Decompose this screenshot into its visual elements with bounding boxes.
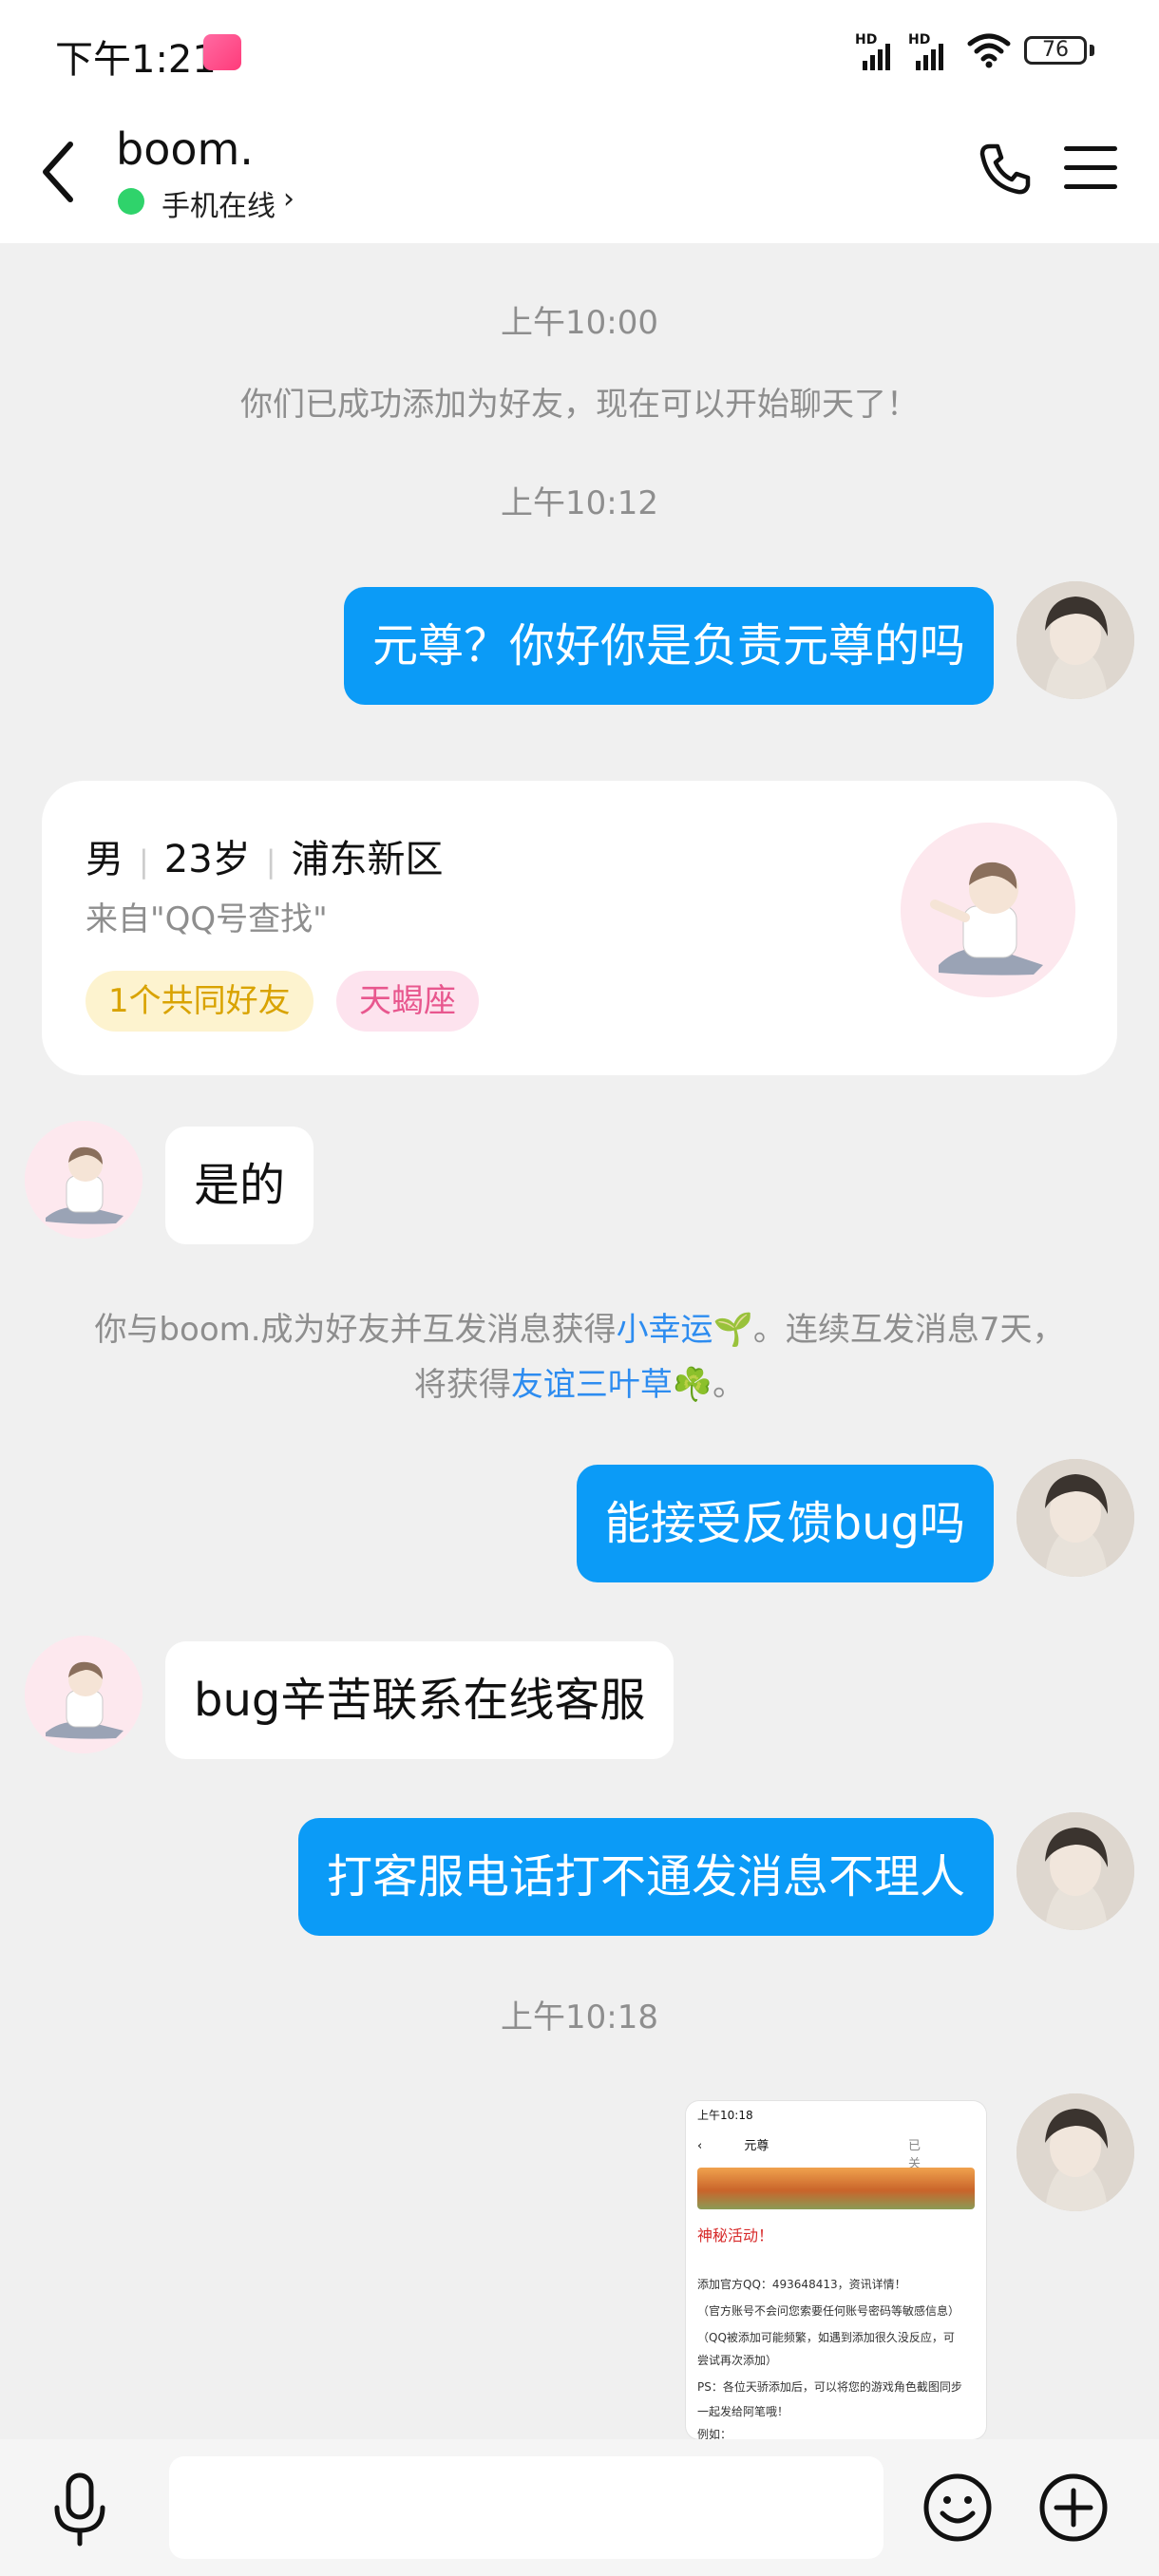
profile-age: 23岁 — [163, 838, 251, 881]
battery-tip — [1090, 45, 1094, 56]
profile-source: 来自"QQ号查找" — [86, 900, 328, 938]
tag-zodiac[interactable]: 天蝎座 — [336, 971, 479, 1032]
status-bar: 下午1:21 HD HD 76 — [0, 0, 1159, 104]
thumb-line: 一起发给阿笔哦！ — [697, 2405, 789, 2418]
luck-text-2: 。连续互发消息7天， — [752, 1311, 1065, 1349]
thumb-banner-image — [697, 2168, 975, 2209]
profile-location: 浦东新区 — [291, 838, 444, 881]
top-area: 下午1:21 HD HD 76 boom. 手机在线 › — [0, 0, 1159, 243]
plus-icon[interactable] — [1037, 2472, 1110, 2544]
luck-text-4: 。 — [712, 1366, 746, 1404]
luck-text-3: 将获得 — [413, 1366, 511, 1404]
luck-notice: 你与boom.成为好友并互发消息获得小幸运🌱。连续互发消息7天， — [0, 1303, 1159, 1350]
message-input[interactable] — [169, 2456, 884, 2559]
timestamp: 上午10:18 — [501, 1998, 658, 2036]
back-arrow-icon[interactable] — [36, 139, 84, 205]
online-indicator — [118, 188, 144, 215]
thumb-headline: 神秘活动！ — [697, 2226, 774, 2245]
input-bar — [0, 2439, 1159, 2576]
phone-icon[interactable] — [977, 141, 1034, 198]
thumb-line: 尝试再次添加） — [697, 2354, 778, 2367]
thumb-title: 元尊 — [744, 2139, 770, 2153]
profile-basic-info: 男 | 23岁 | 浦东新区 — [86, 838, 444, 881]
lucky-link[interactable]: 小幸运🌱 — [617, 1311, 753, 1349]
friend-avatar[interactable] — [25, 1121, 142, 1239]
contact-name[interactable]: boom. — [116, 123, 254, 175]
thumb-status-time: 上午10:18 — [697, 2109, 753, 2122]
thumb-back-icon: ‹ — [697, 2139, 703, 2153]
thumb-header: ‹ 元尊 已关注 — [697, 2135, 921, 2189]
luck-text-1: 你与boom.成为好友并互发消息获得 — [94, 1311, 617, 1349]
incoming-message[interactable]: bug辛苦联系在线客服 — [165, 1641, 674, 1759]
system-message: 你们已成功添加为好友，现在可以开始聊天了！ — [240, 386, 919, 424]
image-message[interactable]: 上午10:18 ‹ 元尊 已关注 神秘活动！ 添加官方QQ：493648413，… — [686, 2101, 986, 2439]
luck-notice-line2: 将获得友谊三叶草☘️。 — [0, 1358, 1159, 1405]
self-avatar[interactable] — [1016, 581, 1134, 699]
self-avatar[interactable] — [1016, 1459, 1134, 1577]
outgoing-message[interactable]: 元尊？你好你是负责元尊的吗 — [343, 587, 994, 705]
thumb-line: （QQ被添加可能频繁，如遇到添加很久没反应，可 — [697, 2331, 955, 2344]
battery-level: 76 — [1042, 38, 1069, 62]
thumb-line: （官方账号不会问您索要任何账号密码等敏感信息） — [697, 2304, 960, 2318]
battery-icon: 76 — [1024, 36, 1087, 65]
tag-mutual-friends[interactable]: 1个共同好友 — [86, 971, 314, 1032]
microphone-icon[interactable] — [48, 2472, 112, 2548]
self-avatar[interactable] — [1016, 1812, 1134, 1930]
outgoing-message[interactable]: 打客服电话打不通发消息不理人 — [297, 1818, 994, 1936]
online-status[interactable]: 手机在线 — [162, 182, 276, 224]
incoming-message[interactable]: 是的 — [165, 1127, 314, 1244]
timestamp: 上午10:12 — [501, 484, 658, 522]
clover-link[interactable]: 友谊三叶草☘️ — [511, 1366, 712, 1404]
friend-avatar[interactable] — [25, 1636, 142, 1753]
emoji-icon[interactable] — [922, 2472, 994, 2544]
chevron-right-icon[interactable]: › — [283, 182, 294, 216]
self-avatar[interactable] — [1016, 2093, 1134, 2211]
profile-gender: 男 — [86, 838, 124, 881]
status-time: 下午1:21 — [55, 38, 217, 82]
app-notification-icon — [203, 34, 241, 70]
timestamp: 上午10:00 — [501, 304, 658, 342]
outgoing-message[interactable]: 能接受反馈bug吗 — [576, 1465, 994, 1582]
menu-icon[interactable] — [1064, 146, 1117, 192]
thumb-line: 例如： — [697, 2428, 732, 2439]
thumb-line: PS：各位天骄添加后，可以将您的游戏角色截图同步 — [697, 2380, 962, 2394]
chat-header: boom. 手机在线 › — [0, 104, 1159, 243]
profile-card-avatar[interactable] — [901, 823, 1075, 997]
profile-card[interactable]: 男 | 23岁 | 浦东新区 来自"QQ号查找" 1个共同好友 天蝎座 — [42, 781, 1117, 1075]
wifi-icon — [967, 33, 1011, 68]
thumb-line: 添加官方QQ：493648413，资讯详情！ — [697, 2278, 906, 2291]
